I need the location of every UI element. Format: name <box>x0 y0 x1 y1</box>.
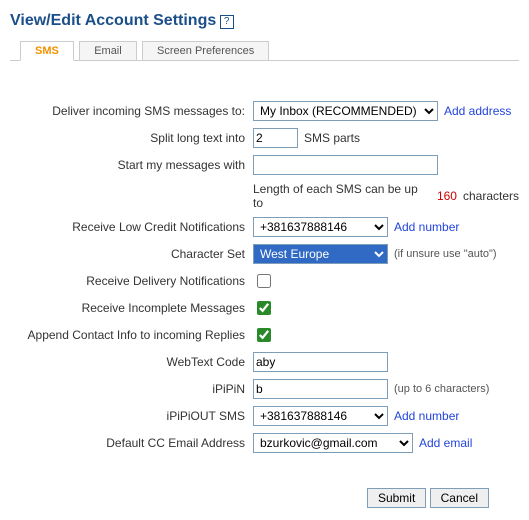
tab-email[interactable]: Email <box>79 41 137 60</box>
tab-sms[interactable]: SMS <box>20 41 74 61</box>
incomplete-checkbox[interactable] <box>257 301 271 315</box>
title-text: View/Edit Account Settings <box>10 12 216 29</box>
delivery-label: Receive Delivery Notifications <box>10 274 253 288</box>
ipipiout-select[interactable]: +381637888146 <box>253 406 388 426</box>
submit-button[interactable]: Submit <box>367 488 426 508</box>
tab-bar: SMS Email Screen Preferences <box>10 40 519 61</box>
charset-select[interactable]: West Europe <box>253 244 388 264</box>
deliver-label: Deliver incoming SMS messages to: <box>10 104 253 118</box>
split-label: Split long text into <box>10 131 253 145</box>
page-title: View/Edit Account Settings ? <box>10 12 519 30</box>
add-email-link[interactable]: Add email <box>419 436 472 450</box>
settings-form: Deliver incoming SMS messages to: My Inb… <box>10 101 519 508</box>
add-number-link-2[interactable]: Add number <box>394 409 459 423</box>
startmsg-label: Start my messages with <box>10 158 253 172</box>
length-hint: Length of each SMS can be up to 160 char… <box>253 182 519 210</box>
webtext-input[interactable] <box>253 352 388 372</box>
cancel-button[interactable]: Cancel <box>430 488 489 508</box>
startmsg-input[interactable] <box>253 155 438 175</box>
add-address-link[interactable]: Add address <box>444 104 511 118</box>
split-suffix: SMS parts <box>304 131 360 145</box>
split-input[interactable] <box>253 128 298 148</box>
delivery-checkbox[interactable] <box>257 274 271 288</box>
add-number-link-1[interactable]: Add number <box>394 220 459 234</box>
lowcredit-select[interactable]: +381637888146 <box>253 217 388 237</box>
lowcredit-label: Receive Low Credit Notifications <box>10 220 253 234</box>
tab-screen-preferences[interactable]: Screen Preferences <box>142 41 269 60</box>
deliver-select[interactable]: My Inbox (RECOMMENDED) <box>253 101 438 121</box>
ipipin-input[interactable] <box>253 379 388 399</box>
incomplete-label: Receive Incomplete Messages <box>10 301 253 315</box>
ipipin-hint: (up to 6 characters) <box>394 383 489 395</box>
ipipin-label: iPiPiN <box>10 382 253 396</box>
ccemail-select[interactable]: bzurkovic@gmail.com <box>253 433 413 453</box>
ccemail-label: Default CC Email Address <box>10 436 253 450</box>
append-checkbox[interactable] <box>257 328 271 342</box>
webtext-label: WebText Code <box>10 355 253 369</box>
help-icon[interactable]: ? <box>220 15 234 29</box>
charset-label: Character Set <box>10 247 253 261</box>
append-label: Append Contact Info to incoming Replies <box>10 328 253 342</box>
charset-hint: (if unsure use "auto") <box>394 248 497 260</box>
ipipiout-label: iPiPiOUT SMS <box>10 409 253 423</box>
